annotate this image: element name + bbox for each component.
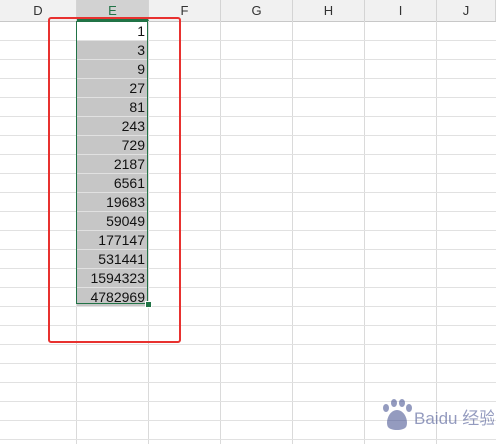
spreadsheet-grid: D E F G H I J 1 3 9 27 81 243 729 2187 6… bbox=[0, 0, 496, 444]
gridline bbox=[0, 439, 496, 440]
gridline bbox=[0, 40, 496, 41]
gridline bbox=[0, 97, 496, 98]
cell-e10[interactable]: 19683 bbox=[77, 193, 147, 211]
gridline bbox=[436, 21, 437, 444]
watermark-text: Baidu 经验 bbox=[414, 409, 494, 428]
gridline bbox=[0, 59, 496, 60]
cell-e13[interactable]: 531441 bbox=[77, 250, 147, 268]
gridline bbox=[0, 382, 496, 383]
cell-e1[interactable]: 1 bbox=[77, 22, 147, 40]
gridline bbox=[292, 21, 293, 444]
gridline bbox=[0, 135, 496, 136]
gridline bbox=[0, 325, 496, 326]
cell-e12[interactable]: 177147 bbox=[77, 231, 147, 249]
cell-e9[interactable]: 6561 bbox=[77, 174, 147, 192]
gridline bbox=[0, 211, 496, 212]
column-header-g[interactable]: G bbox=[221, 0, 293, 21]
gridline bbox=[0, 192, 496, 193]
gridline bbox=[0, 230, 496, 231]
cell-e6[interactable]: 243 bbox=[77, 117, 147, 135]
fill-handle[interactable] bbox=[145, 301, 152, 308]
cell-e8[interactable]: 2187 bbox=[77, 155, 147, 173]
column-header-i[interactable]: I bbox=[365, 0, 437, 21]
cell-e4[interactable]: 27 bbox=[77, 79, 147, 97]
gridline bbox=[0, 116, 496, 117]
gridline bbox=[0, 268, 496, 269]
column-header-f[interactable]: F bbox=[149, 0, 221, 21]
cell-e11[interactable]: 59049 bbox=[77, 212, 147, 230]
column-header-j[interactable]: J bbox=[437, 0, 496, 21]
gridline bbox=[220, 21, 221, 444]
gridline bbox=[0, 78, 496, 79]
cell-e15[interactable]: 4782969 bbox=[77, 288, 147, 306]
gridline bbox=[148, 21, 149, 444]
gridline bbox=[0, 287, 496, 288]
cell-e3[interactable]: 9 bbox=[77, 60, 147, 78]
cell-e14[interactable]: 1594323 bbox=[77, 269, 147, 287]
gridline bbox=[0, 306, 496, 307]
column-header-h[interactable]: H bbox=[293, 0, 365, 21]
column-header-d[interactable]: D bbox=[0, 0, 77, 21]
gridline bbox=[0, 363, 496, 364]
gridline bbox=[364, 21, 365, 444]
cell-e5[interactable]: 81 bbox=[77, 98, 147, 116]
gridline bbox=[0, 154, 496, 155]
baidu-watermark-logo: Baidu 经验 bbox=[383, 399, 494, 430]
gridline bbox=[0, 249, 496, 250]
gridline bbox=[0, 173, 496, 174]
gridline bbox=[0, 344, 496, 345]
cell-e2[interactable]: 3 bbox=[77, 41, 147, 59]
cell-e7[interactable]: 729 bbox=[77, 136, 147, 154]
column-header-e[interactable]: E bbox=[77, 0, 149, 21]
